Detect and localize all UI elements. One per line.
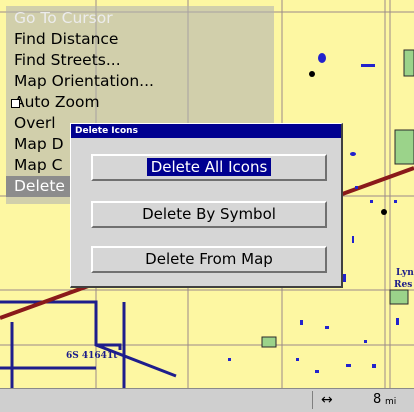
delete-icons-dialog: Delete Icons Delete All Icons Delete By … [70,123,343,288]
place-label: Lyn [396,268,414,278]
scale-arrow-icon: ↔ [321,392,333,408]
delete-from-map-button[interactable]: Delete From Map [91,246,327,273]
status-bar: ↔ 8 mi [0,388,414,412]
delete-all-icons-label: Delete All Icons [146,158,272,176]
menu-item-map-orientation[interactable]: Map Orientation... [14,71,154,92]
menu-item-map-c[interactable]: Map C [14,155,62,176]
scale-distance: 8 [373,392,382,407]
menu-item-auto-zoom[interactable]: Auto Zoom [11,92,100,113]
delete-by-symbol-label: Delete By Symbol [142,205,276,223]
road-label: 6S 41641t [66,351,118,361]
delete-all-icons-button[interactable]: Delete All Icons [91,154,327,181]
delete-by-symbol-button[interactable]: Delete By Symbol [91,201,327,228]
delete-from-map-label: Delete From Map [145,250,273,268]
auto-zoom-checkbox[interactable] [11,99,20,108]
zoom-scale: ↔ 8 mi [312,391,406,409]
dialog-title: Delete Icons [71,124,341,138]
place-label-2: Res [394,280,413,290]
scale-unit: mi [385,397,397,407]
menu-item-find-distance[interactable]: Find Distance [14,29,118,50]
menu-item-map-data[interactable]: Map D [14,134,64,155]
menu-item-overlay[interactable]: Overl [14,113,56,134]
menu-item-find-streets[interactable]: Find Streets... [14,50,121,71]
auto-zoom-label: Auto Zoom [14,93,100,111]
gps-screen: 6S 41641t Lyn Res Go To Cursor Find Dist… [0,0,414,412]
menu-item-go-to-cursor[interactable]: Go To Cursor [14,8,113,29]
